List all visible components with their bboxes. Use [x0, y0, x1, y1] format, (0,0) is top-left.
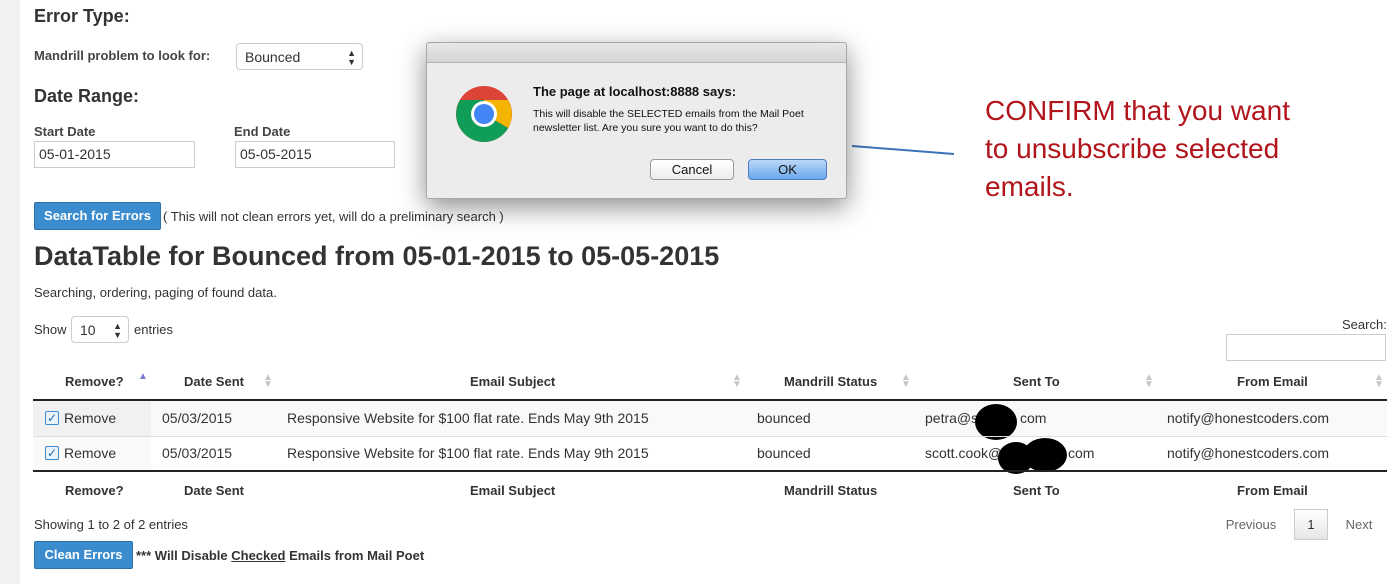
- subject-cell: Responsive Website for $100 flat rate. E…: [287, 445, 649, 461]
- foot-col-mandrill-status: Mandrill Status: [784, 483, 878, 498]
- annotation-text: CONFIRM that you want to unsubscribe sel…: [985, 95, 1290, 202]
- pagination-page-1[interactable]: 1: [1294, 509, 1328, 540]
- sent-to-end: com: [1068, 445, 1095, 461]
- sort-icon: ▲ ▼: [263, 372, 273, 390]
- problem-select[interactable]: Bounced ▲ ▼: [236, 43, 363, 70]
- foot-col-sent-to: Sent To: [1013, 483, 1060, 498]
- remove-label: Remove: [64, 445, 117, 461]
- chrome-icon: [456, 86, 512, 142]
- remove-checkbox[interactable]: ✓: [45, 446, 59, 460]
- col-mandrill-status[interactable]: Mandrill Status: [784, 374, 877, 389]
- remove-checkbox[interactable]: ✓: [45, 411, 59, 425]
- sort-icon: ▲ ▼: [901, 372, 911, 390]
- col-date-sent[interactable]: Date Sent: [184, 374, 244, 389]
- subject-cell: Responsive Website for $100 flat rate. E…: [287, 410, 649, 426]
- dialog-ok-button[interactable]: OK: [748, 159, 827, 180]
- dialog-message: This will disable the SELECTED emails fr…: [533, 108, 804, 134]
- show-label: Show: [34, 322, 67, 337]
- sort-icon: ▲ ▼: [1144, 372, 1154, 390]
- table-search-input[interactable]: [1226, 334, 1386, 361]
- select-arrows-icon: ▲ ▼: [347, 48, 356, 67]
- foot-col-from-email: From Email: [1237, 483, 1308, 498]
- date-sent-cell: 05/03/2015: [162, 410, 233, 426]
- status-cell: bounced: [757, 445, 811, 461]
- pagination-next[interactable]: Next: [1338, 510, 1380, 540]
- datatable-title: DataTable for Bounced from 05-01-2015 to…: [34, 241, 720, 271]
- row-divider: [33, 436, 1387, 437]
- clean-note-checked: Checked: [231, 548, 286, 563]
- search-note: ( This will not clean errors yet, will d…: [163, 209, 504, 224]
- foot-col-date-sent: Date Sent: [184, 483, 244, 498]
- date-sent-cell: 05/03/2015: [162, 445, 233, 461]
- clean-note: *** Will Disable Checked Emails from Mai…: [136, 548, 424, 563]
- annotation-pointer-line: [851, 145, 955, 155]
- col-from-email[interactable]: From Email: [1237, 374, 1308, 389]
- sort-asc-icon: ▲: [138, 371, 148, 382]
- annotation-line: [851, 145, 955, 155]
- remove-label: Remove: [64, 410, 117, 426]
- select-arrows-icon: ▲ ▼: [113, 321, 122, 340]
- search-errors-button[interactable]: Search for Errors: [34, 202, 161, 230]
- entries-label: entries: [134, 322, 174, 337]
- confirm-dialog: The page at localhost:8888 says: This wi…: [426, 42, 847, 199]
- pagination-previous[interactable]: Previous: [1219, 510, 1283, 540]
- dialog-titlebar: [427, 43, 846, 63]
- dialog-title: The page at localhost:8888 says:: [533, 84, 737, 99]
- col-remove[interactable]: Remove?: [65, 374, 124, 389]
- sort-icon: ▲ ▼: [1374, 372, 1384, 390]
- redaction-blot: [1023, 438, 1067, 472]
- page-size-value: 10: [80, 322, 96, 338]
- sent-to-start: petra@s: [925, 410, 979, 426]
- sent-to-start: scott.cook@: [925, 445, 1003, 461]
- date-range-heading: Date Range:: [34, 86, 140, 106]
- clean-note-prefix: *** Will Disable: [136, 548, 232, 563]
- sort-icon: ▲ ▼: [732, 372, 742, 390]
- clean-note-suffix: Emails from Mail Poet: [285, 548, 425, 563]
- datatable-subtitle: Searching, ordering, paging of found dat…: [34, 285, 277, 300]
- col-email-subject[interactable]: Email Subject: [470, 374, 555, 389]
- status-cell: bounced: [757, 410, 811, 426]
- clean-errors-button[interactable]: Clean Errors: [34, 541, 133, 569]
- redaction-blot: [975, 404, 1017, 440]
- start-date-input[interactable]: 05-01-2015: [34, 141, 195, 168]
- foot-col-email-subject: Email Subject: [470, 483, 556, 498]
- start-date-label: Start Date: [34, 124, 96, 139]
- foot-col-remove: Remove?: [65, 483, 124, 498]
- problem-select-value: Bounced: [245, 49, 301, 65]
- table-info: Showing 1 to 2 of 2 entries: [34, 517, 188, 532]
- footer-divider: [33, 470, 1387, 472]
- sent-to-end: com: [1020, 410, 1047, 426]
- error-type-heading: Error Type:: [34, 6, 130, 26]
- search-label: Search:: [1342, 317, 1387, 332]
- dialog-cancel-button[interactable]: Cancel: [650, 159, 734, 180]
- end-date-label: End Date: [234, 124, 291, 139]
- page-size-select[interactable]: 10 ▲ ▼: [71, 316, 129, 343]
- end-date-input[interactable]: 05-05-2015: [235, 141, 395, 168]
- from-email-cell: notify@honestcoders.com: [1167, 410, 1330, 426]
- from-email-cell: notify@honestcoders.com: [1167, 445, 1330, 461]
- problem-label: Mandrill problem to look for:: [34, 48, 211, 63]
- col-sent-to[interactable]: Sent To: [1013, 374, 1060, 389]
